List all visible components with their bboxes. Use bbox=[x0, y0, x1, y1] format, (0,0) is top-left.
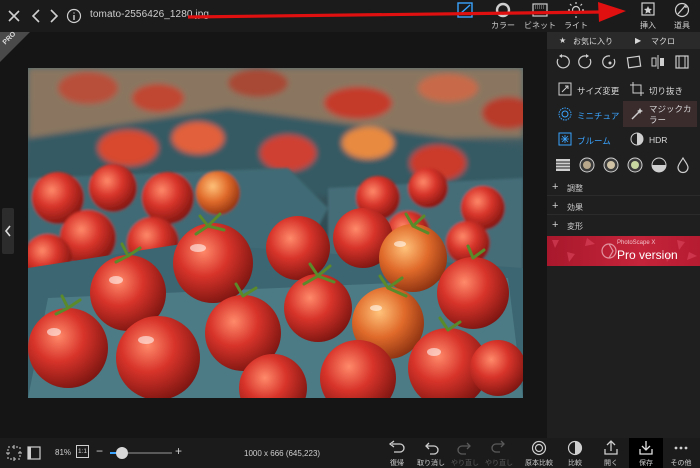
more-button[interactable]: その他 bbox=[664, 440, 698, 468]
straighten-icon[interactable] bbox=[625, 53, 643, 71]
filter-sepia-icon[interactable] bbox=[578, 156, 596, 174]
compare-original-button[interactable]: 原本比較 bbox=[522, 440, 556, 468]
filter-icon-row bbox=[547, 153, 700, 177]
pro-version-banner[interactable]: PhotoScape X Pro version bbox=[547, 236, 700, 266]
banner-title: Pro version bbox=[617, 248, 678, 262]
plus-icon: + bbox=[552, 200, 559, 212]
zoom-slider[interactable] bbox=[110, 447, 172, 459]
magic-wand-icon bbox=[631, 108, 643, 120]
section-effects[interactable]: + 効果 bbox=[547, 197, 700, 215]
open-button[interactable]: 開く bbox=[594, 440, 628, 468]
redo-all-button[interactable]: やり直し bbox=[482, 440, 516, 468]
zoom-out-button[interactable]: − bbox=[96, 444, 103, 458]
chevron-left-icon bbox=[4, 225, 11, 237]
plus-icon: + bbox=[552, 181, 559, 193]
magic-color-button[interactable]: マジックカ ラー bbox=[623, 101, 697, 127]
star-icon: ★ bbox=[559, 36, 567, 45]
compare-icon bbox=[567, 440, 583, 456]
revert-button[interactable]: 復帰 bbox=[380, 440, 414, 468]
filter-bw-icon[interactable] bbox=[650, 156, 668, 174]
save-button[interactable]: 保存 bbox=[629, 438, 663, 468]
undo-button[interactable]: 取り消し bbox=[414, 440, 448, 468]
flip-horizontal-icon[interactable] bbox=[649, 53, 667, 71]
filter-green-icon[interactable] bbox=[626, 156, 644, 174]
tomato-photo-image bbox=[28, 68, 523, 398]
photo-preview[interactable] bbox=[28, 68, 523, 398]
section-transform[interactable]: + 変形 bbox=[547, 216, 700, 234]
bottom-toolbar: 81% 1:1 − + 1000 x 666 (645,223) 復帰 取り消し… bbox=[0, 438, 700, 468]
plus-icon: + bbox=[552, 219, 559, 231]
crop-icon bbox=[630, 82, 644, 96]
undo-icon bbox=[425, 442, 439, 455]
filter-warm-icon[interactable] bbox=[602, 156, 620, 174]
zoom-in-button[interactable]: + bbox=[175, 444, 182, 458]
redo-all-icon bbox=[491, 440, 505, 453]
transform-icon-row bbox=[547, 50, 700, 74]
rotate-right-icon[interactable] bbox=[577, 53, 595, 71]
right-panel: ★ お気に入り ▶ マクロ サイズ変更 切り抜き ミニチュア マジックカ ラー ブ… bbox=[547, 32, 700, 438]
zoom-level: 81% bbox=[55, 448, 72, 457]
flip-vertical-icon[interactable] bbox=[673, 53, 691, 71]
open-icon bbox=[604, 440, 618, 455]
zoom-fit-button[interactable]: 1:1 bbox=[76, 445, 89, 458]
collapse-left-panel-button[interactable] bbox=[2, 208, 14, 254]
rotate-free-icon[interactable] bbox=[601, 53, 619, 71]
resize-icon bbox=[558, 82, 572, 96]
split-view-icon[interactable] bbox=[27, 445, 41, 461]
section-adjust[interactable]: + 調整 bbox=[547, 178, 700, 196]
magic-color-label-1: マジックカ bbox=[649, 104, 692, 114]
crop-button[interactable]: 切り抜き bbox=[623, 78, 697, 101]
hdr-icon bbox=[630, 132, 644, 146]
save-icon bbox=[639, 441, 653, 455]
rotate-left-icon[interactable] bbox=[553, 53, 571, 71]
select-area-icon[interactable] bbox=[6, 445, 22, 461]
revert-icon bbox=[388, 440, 405, 453]
macro-button[interactable]: マクロ bbox=[651, 36, 675, 47]
play-icon: ▶ bbox=[635, 36, 642, 45]
drop-icon[interactable] bbox=[674, 156, 692, 174]
image-dimensions: 1000 x 666 (645,223) bbox=[244, 449, 321, 458]
magic-color-label-2: ラー bbox=[649, 115, 667, 125]
bloom-icon bbox=[558, 132, 572, 146]
compare-button[interactable]: 比較 bbox=[558, 440, 592, 468]
compare-original-icon bbox=[531, 440, 547, 456]
miniature-icon bbox=[558, 107, 572, 121]
favorites-button[interactable]: お気に入り bbox=[573, 36, 613, 47]
banner-product-name: PhotoScape X bbox=[617, 240, 656, 246]
favorites-bar: ★ お気に入り ▶ マクロ bbox=[547, 32, 700, 49]
redo-icon bbox=[457, 442, 471, 455]
redo-button[interactable]: やり直し bbox=[448, 440, 482, 468]
hdr-button[interactable]: HDR bbox=[623, 128, 697, 151]
zoom-slider-handle[interactable] bbox=[116, 447, 129, 459]
list-filter-icon[interactable] bbox=[554, 156, 572, 174]
more-icon bbox=[674, 446, 688, 450]
